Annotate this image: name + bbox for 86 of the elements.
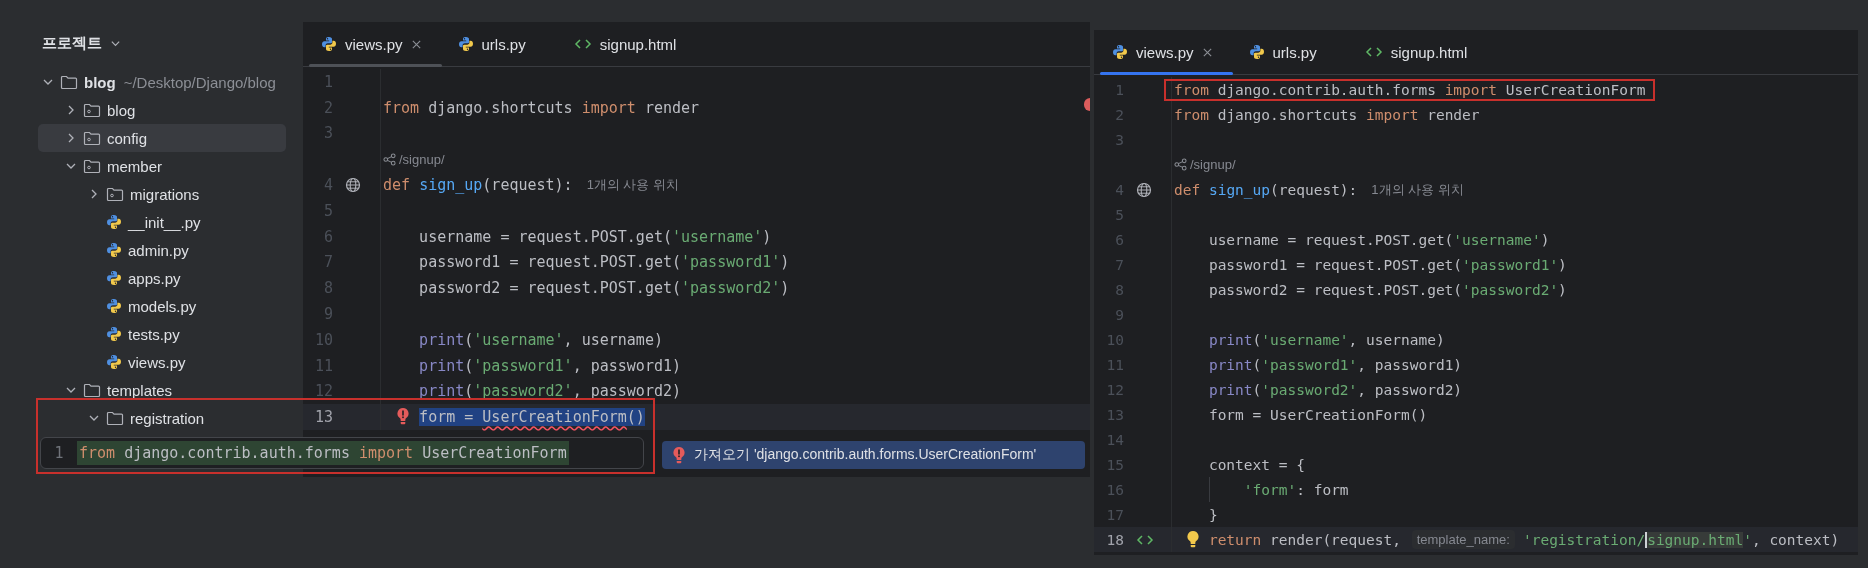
code-text: password1 = request.POST.get('password1') [1208,256,1567,273]
panel-title[interactable]: 프로젝트 [42,33,102,53]
code-text: 'registration/signup.html', context) [1522,531,1840,548]
code-text: print('password2', password2) [419,382,681,401]
python-icon [106,354,122,370]
tree-item[interactable]: blog [38,96,286,124]
package-folder-icon [83,102,101,118]
share-nodes-icon [383,152,396,166]
code-text: } [1208,506,1218,523]
python-icon [106,326,122,342]
code-text: username = request.POST.get('username') [1208,231,1550,248]
folder-icon [106,410,124,426]
code-text: password2 = request.POST.get('password2') [419,279,790,298]
editor-tab[interactable]: signup.html [559,22,711,66]
editor-tab[interactable]: views.py [307,22,444,66]
code-text: from django.shortcuts import render [1174,106,1480,123]
share-nodes-icon [1174,158,1187,171]
close-icon[interactable] [410,38,422,50]
error-marker-icon[interactable] [1084,98,1090,111]
python-icon [106,298,122,314]
code-text: print('username', username) [1208,331,1445,348]
code-text: username = request.POST.get('username') [419,227,772,246]
tree-item[interactable]: config [38,124,286,152]
error-bulb-icon[interactable] [672,446,686,464]
code-brackets-icon [1364,45,1383,59]
inlay-hint: 1개의 사용 위치 [586,176,680,195]
inlay-hint: 1개의 사용 위치 [1371,180,1464,199]
tree-item[interactable]: migrations [38,180,286,208]
tree-item[interactable]: admin.py [38,236,286,264]
tree-item[interactable]: apps.py [38,264,286,292]
python-icon [1248,44,1265,60]
code-text: print('password1', password1) [1208,356,1463,373]
tree-item[interactable]: models.py [38,292,286,320]
code-text: password1 = request.POST.get('password1') [419,253,790,272]
inlay-hint: template_name: [1411,530,1515,549]
python-icon [106,270,122,286]
editor-tab[interactable]: views.py [1098,30,1235,74]
line-number: 13 [313,408,333,427]
code-text: password2 = request.POST.get('password2') [1208,281,1567,298]
import-tooltip[interactable]: 가져오기 'django.contrib.auth.forms.UserCreationForm' [662,441,1085,469]
close-icon[interactable] [1201,46,1213,58]
code-text: print('password1', password1) [419,356,681,375]
package-folder-icon [83,158,101,174]
python-icon [106,214,122,230]
tree-item[interactable]: templates [38,376,286,404]
lightbulb-icon[interactable] [1186,530,1201,548]
python-icon [321,36,337,52]
tooltip-text[interactable]: 가져오기 'django.contrib.auth.forms.UserCreationForm' [694,446,1037,464]
code-text: print('username', username) [419,330,663,349]
code-brackets-icon [1136,532,1154,547]
code-text: print('password2', password2) [1208,381,1463,398]
code-text: def sign_up(request): [383,176,573,195]
code-brackets-icon [573,37,592,51]
editor-tab[interactable]: signup.html [1350,30,1502,74]
route-hint[interactable]: /signup/ [399,151,445,167]
path-label: ~/Desktop/Django/blog [123,73,276,91]
code-text: form = UserCreationForm() [419,408,645,427]
line-number: 1 [53,444,65,462]
globe-icon[interactable] [1136,181,1152,198]
package-folder-icon [106,186,124,202]
code-text: return render(request, [1208,531,1402,548]
tree-item[interactable]: __init__.py [38,208,286,236]
route-hint[interactable]: /signup/ [1190,157,1236,172]
python-icon [1112,44,1128,60]
code-text: def sign_up(request): [1174,181,1358,198]
folder-icon [83,382,101,398]
tree-item[interactable]: blog ~/Desktop/Django/blog [38,68,286,96]
code-text: from django.shortcuts import render [383,98,700,117]
error-bulb-icon[interactable] [395,407,410,426]
tree-item[interactable]: tests.py [38,320,286,348]
code-text: from django.contrib.auth.forms import UserCreationForm [77,441,569,465]
editor-tab[interactable]: urls.py [443,22,560,66]
tree-item[interactable]: member [38,152,286,180]
package-folder-icon [83,130,101,146]
python-icon [106,242,122,258]
globe-icon[interactable] [345,177,361,194]
python-icon [457,36,474,52]
tree-item[interactable]: views.py [38,348,286,376]
suggestion-popup[interactable]: 1 from django.contrib.auth.forms import UserCreationForm [40,437,644,469]
code-text: context = { [1208,456,1305,473]
editor-tab[interactable]: urls.py [1234,30,1351,74]
line-number: 18 [1105,531,1124,548]
folder-icon [60,74,78,90]
code-text: 'form': form [1243,481,1349,498]
tree-item[interactable]: registration [38,404,286,432]
code-text: form = UserCreationForm() [1208,406,1428,423]
